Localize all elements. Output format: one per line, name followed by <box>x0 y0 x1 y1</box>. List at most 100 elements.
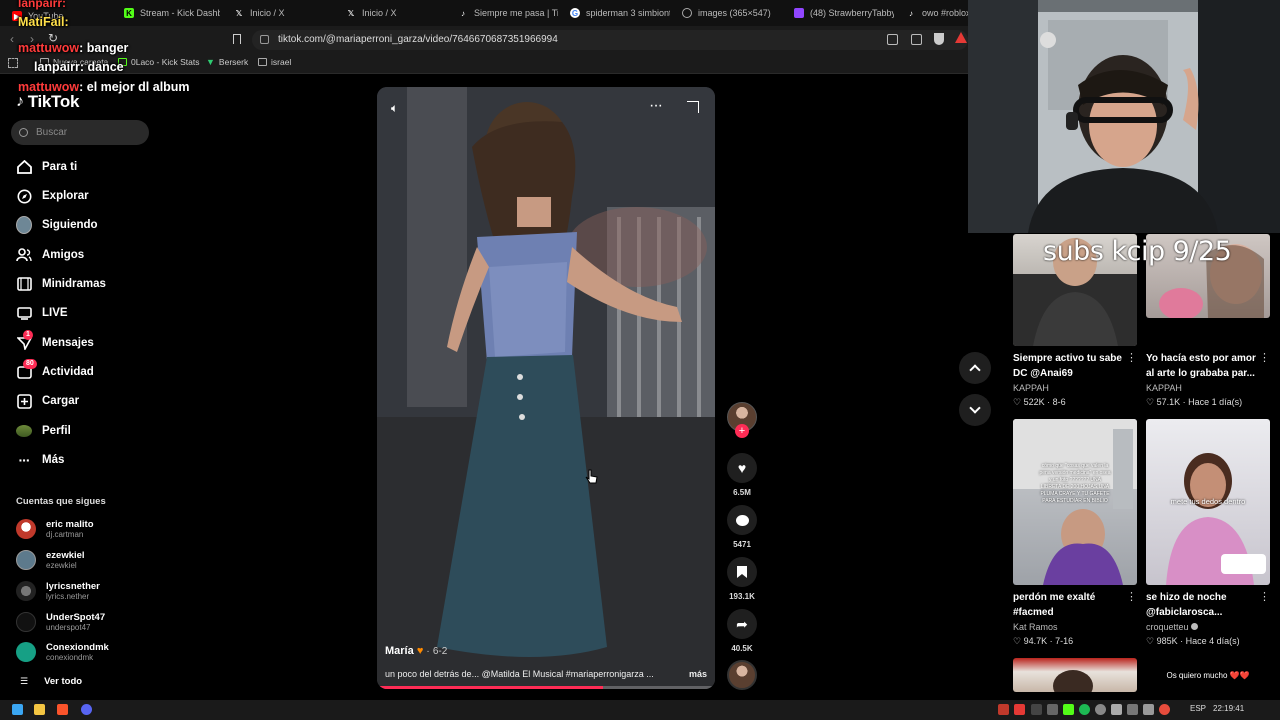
tray-app-icon[interactable] <box>1031 704 1042 715</box>
nav-amigos[interactable]: Amigos <box>16 244 84 266</box>
like-button[interactable]: ♥ 6.5M <box>726 453 758 497</box>
next-video-button[interactable] <box>959 394 991 426</box>
nav-minidramas[interactable]: Minidramas <box>16 273 106 295</box>
recommendation-thumbnail[interactable]: cómo que "cosas que valen la pena versió… <box>1013 419 1137 585</box>
tab-x-2[interactable]: 𝕏 Inicio / X <box>346 3 446 23</box>
card-more-icon[interactable]: ⋮ <box>1126 590 1137 603</box>
more-caption-button[interactable]: más <box>689 669 707 679</box>
spotify-icon[interactable] <box>1079 704 1090 715</box>
followed-account[interactable]: Conexiondmk conexiondmk <box>16 639 109 665</box>
bookmark-berserk[interactable]: ▼ Berserk <box>206 57 248 67</box>
windows-start-icon[interactable] <box>12 704 23 715</box>
video-author[interactable]: María <box>385 645 414 657</box>
nav-cargar[interactable]: Cargar <box>16 390 79 412</box>
recommendation-thumbnail[interactable]: mete tus dedos dentro <box>1146 419 1270 585</box>
author-avatar-button[interactable]: + <box>726 402 758 438</box>
chat-text: : dance <box>79 60 124 74</box>
video-progress-bar[interactable] <box>377 686 715 689</box>
music-disc-button[interactable] <box>726 660 758 690</box>
comment-button[interactable]: 5471 <box>726 505 758 549</box>
recommendation-card[interactable]: perdón me exalté #facmed ⋮ Kat Ramos ♡ 9… <box>1013 590 1137 648</box>
tray-app-icon[interactable] <box>1063 704 1074 715</box>
clock[interactable]: 22:19:41 <box>1213 704 1244 713</box>
video-progress-fill <box>377 686 604 689</box>
tab-google[interactable]: G spiderman 3 simbiont <box>570 3 670 23</box>
back-icon[interactable]: ‹ <box>10 32 14 46</box>
language-indicator[interactable]: ESP <box>1190 704 1206 713</box>
card-likes: 94.7K <box>1023 636 1048 646</box>
video-player[interactable]: 🔈︎ ··· María ♥ · 6-2 un poco del detrás … <box>377 87 715 689</box>
translate-icon[interactable] <box>887 34 898 45</box>
follow-plus-icon[interactable]: + <box>735 424 749 438</box>
avatar <box>16 550 36 570</box>
recommendation-card[interactable]: se hizo de noche @fabiclarosca... ⋮ croq… <box>1146 590 1270 648</box>
followed-account[interactable]: UnderSpot47 underspot47 <box>16 609 105 635</box>
tray-app-icon[interactable] <box>1014 704 1025 715</box>
recommendation-card[interactable]: Siempre activo tu sabe DC @Anai69 ⋮ KAPP… <box>1013 351 1137 409</box>
tab-label: (48) StrawberryTabby <box>810 8 894 18</box>
cast-icon[interactable] <box>911 34 922 45</box>
tray-app-icon[interactable] <box>1111 704 1122 715</box>
url-field[interactable]: tiktok.com/@mariaperroni_garza/video/764… <box>252 30 968 50</box>
bookmark-israel[interactable]: israel <box>258 57 291 67</box>
followed-account[interactable]: ezewkiel ezewkiel <box>16 547 85 573</box>
nav-label: LIVE <box>42 307 68 319</box>
video-frame <box>377 87 715 689</box>
site-info-icon[interactable] <box>260 35 269 44</box>
tray-app-icon[interactable] <box>1159 704 1170 715</box>
discord-icon[interactable] <box>81 704 92 715</box>
tray-app-icon[interactable] <box>1095 704 1106 715</box>
save-button[interactable]: 193.1K <box>726 557 758 601</box>
music-disc-icon <box>727 660 757 690</box>
tab-twitch[interactable]: (48) StrawberryTabby <box>794 3 894 23</box>
tray-app-icon[interactable] <box>1143 704 1154 715</box>
tray-app-icon[interactable] <box>998 704 1009 715</box>
mouse-cursor <box>585 469 598 484</box>
followed-account[interactable]: lyricsnether lyrics.nether <box>16 578 100 604</box>
mute-icon[interactable]: 🔈︎ <box>391 101 398 116</box>
account-handle: dj.cartman <box>46 529 84 539</box>
search-input[interactable] <box>36 127 136 138</box>
search-box[interactable] <box>11 120 149 145</box>
recommendation-thumbnail[interactable]: Os quiero mucho ❤️❤️ <box>1146 658 1270 692</box>
see-all-button[interactable]: ☰ Ver todo <box>20 676 82 687</box>
tab-label: Siempre me pasa | Tik <box>474 8 558 18</box>
nav-perfil[interactable]: Perfil <box>16 420 71 442</box>
fullscreen-icon[interactable] <box>687 101 699 113</box>
tab-kick[interactable]: K Stream - Kick Dashbo <box>124 3 220 23</box>
card-more-icon[interactable]: ⋮ <box>1126 351 1137 364</box>
tiktok-logo[interactable]: ♪ TikTok <box>16 92 79 112</box>
card-author-name: croquetteu <box>1146 622 1189 632</box>
recommendation-card[interactable]: Yo hacía esto por amor al arte lo grabab… <box>1146 351 1270 409</box>
tab-roblox[interactable]: ♪ owo #roblox <box>906 3 968 23</box>
followed-account[interactable]: eric malito dj.cartman <box>16 516 94 542</box>
nav-explorar[interactable]: Explorar <box>16 185 89 207</box>
bookmark-icon[interactable] <box>233 34 241 44</box>
tray-app-icon[interactable] <box>1047 704 1058 715</box>
nav-actividad[interactable]: 80 Actividad <box>16 359 94 383</box>
tab-images[interactable]: images (365×547) <box>682 3 782 23</box>
tray-app-icon[interactable] <box>1127 704 1138 715</box>
brave-browser-icon[interactable] <box>57 704 68 715</box>
card-more-icon[interactable]: ⋮ <box>1259 590 1270 603</box>
avatar <box>16 519 36 539</box>
account-handle: underspot47 <box>46 622 91 632</box>
card-more-icon[interactable]: ⋮ <box>1259 351 1270 364</box>
nav-label: Minidramas <box>42 278 106 290</box>
tab-x[interactable]: 𝕏 Inicio / X <box>234 3 334 23</box>
nav-mas[interactable]: ··· Más <box>16 449 65 471</box>
previous-video-button[interactable] <box>959 352 991 384</box>
recommendation-thumbnail[interactable] <box>1013 658 1137 692</box>
file-explorer-icon[interactable] <box>34 704 45 715</box>
warning-icon[interactable] <box>955 32 967 43</box>
tab-tiktok[interactable]: ♪ Siempre me pasa | Tik <box>458 3 558 23</box>
nav-para-ti[interactable]: Para ti <box>16 156 77 178</box>
bookmark-kick-stats[interactable]: 0Laco - Kick Stats <box>118 57 200 67</box>
nav-live[interactable]: LIVE <box>16 302 68 324</box>
nav-mensajes[interactable]: 1 Mensajes <box>16 330 94 354</box>
shield-icon[interactable] <box>934 33 944 45</box>
share-button[interactable]: ➦ 40.5K <box>726 609 758 653</box>
nav-siguiendo[interactable]: Siguiendo <box>16 214 98 236</box>
video-more-icon[interactable]: ··· <box>649 97 663 115</box>
apps-icon[interactable] <box>8 58 18 68</box>
